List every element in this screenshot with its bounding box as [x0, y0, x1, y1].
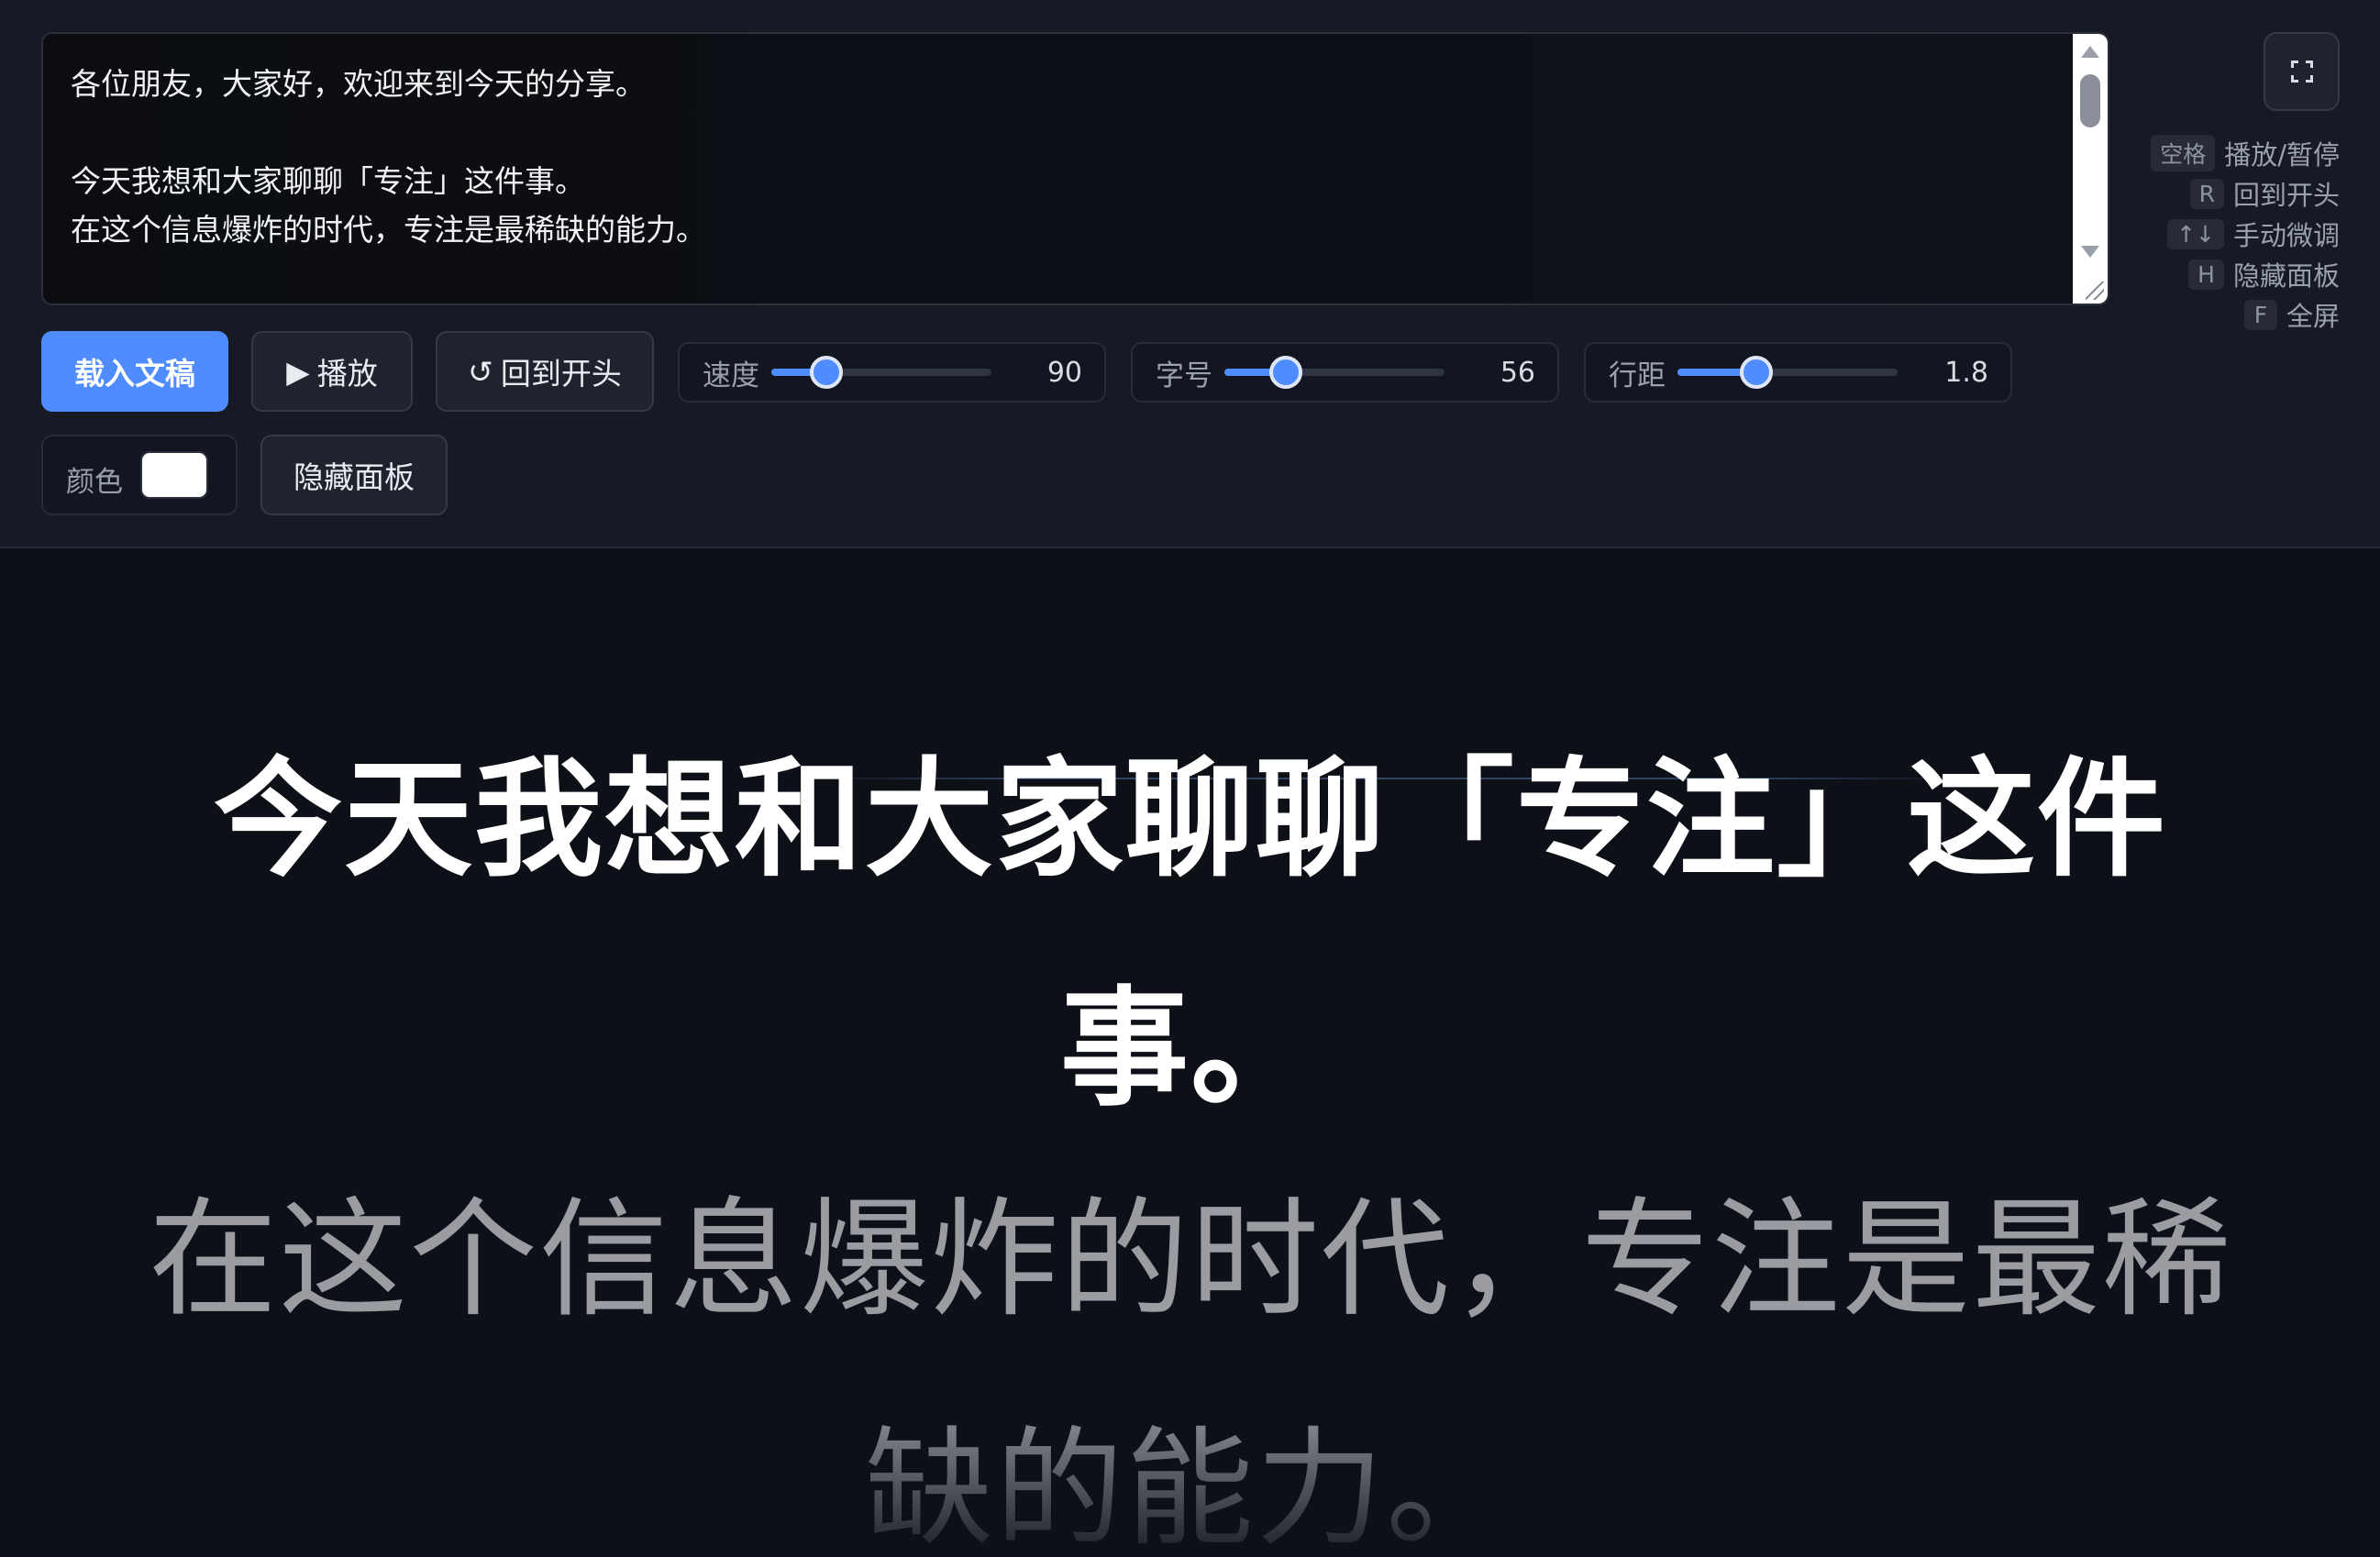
font-size-slider[interactable]	[1224, 356, 1445, 389]
font-size-slider-knob[interactable]	[1269, 356, 1303, 389]
shortcut-action: 全屏	[2286, 301, 2340, 332]
shortcut-item: 空格 播放/暂停	[2151, 133, 2340, 173]
shortcut-item: F 全屏	[2243, 294, 2340, 335]
shortcut-action: 手动微调	[2232, 220, 2340, 251]
shortcut-list: 空格 播放/暂停 R 回到开头 ↑↓ 手动微调 H 隐藏面板 F 全屏	[2151, 133, 2340, 335]
load-script-label: 载入文稿	[74, 356, 195, 392]
prompter-stage[interactable]: 今天我想和大家聊聊「专注」这件事。 在这个信息爆炸的时代，专注是最稀缺的能力。	[0, 550, 2380, 1557]
font-size-slider-group: 字号 56	[1131, 342, 1559, 403]
speed-value: 90	[1046, 356, 1082, 389]
resize-grip-icon[interactable]	[2086, 282, 2104, 300]
speed-slider[interactable]	[771, 356, 991, 389]
load-script-button[interactable]: 载入文稿	[41, 331, 228, 412]
scroll-down-arrow-icon[interactable]	[2081, 246, 2099, 258]
fullscreen-button[interactable]	[2264, 32, 2340, 111]
play-button[interactable]: ▶ 播放	[251, 331, 413, 412]
reset-label: 回到开头	[500, 356, 622, 392]
line-height-slider[interactable]	[1677, 356, 1898, 389]
hide-panel-button[interactable]: 隐藏面板	[260, 435, 448, 515]
scroll-thumb[interactable]	[2080, 74, 2100, 127]
reset-button[interactable]: ↺ 回到开头	[436, 331, 654, 412]
scroll-up-arrow-icon[interactable]	[2081, 46, 2099, 58]
bottom-fade	[0, 1392, 2380, 1557]
shortcut-action: 隐藏面板	[2232, 260, 2340, 292]
hide-panel-label: 隐藏面板	[293, 459, 415, 495]
prompter-active-line: 今天我想和大家聊聊「专注」这件事。	[213, 745, 2167, 1124]
font-size-label: 字号	[1156, 359, 1212, 392]
line-height-slider-group: 行距 1.8	[1584, 342, 2012, 403]
color-label: 颜色	[66, 466, 123, 499]
color-swatch[interactable]	[140, 451, 208, 499]
shortcut-key: ↑↓	[2167, 218, 2224, 249]
shortcut-action: 播放/暂停	[2224, 139, 2340, 171]
shortcut-key: F	[2243, 299, 2277, 330]
reset-icon: ↺	[468, 353, 493, 390]
shortcut-item: H 隐藏面板	[2188, 254, 2340, 294]
shortcut-item: ↑↓ 手动微调	[2167, 214, 2340, 254]
play-icon: ▶	[286, 353, 310, 390]
play-label: 播放	[316, 356, 378, 392]
script-text[interactable]: 各位朋友，大家好，欢迎来到今天的分享。 今天我想和大家聊聊「专注」这件事。 在这…	[71, 60, 2053, 254]
shortcut-item: R 回到开头	[2189, 173, 2340, 214]
shortcut-key: 空格	[2151, 135, 2216, 171]
speed-label: 速度	[703, 359, 759, 392]
speed-slider-group: 速度 90	[678, 342, 1106, 403]
script-textarea[interactable]: 各位朋友，大家好，欢迎来到今天的分享。 今天我想和大家聊聊「专注」这件事。 在这…	[41, 32, 2109, 305]
shortcut-action: 回到开头	[2232, 180, 2340, 211]
color-picker-group: 颜色	[41, 435, 238, 515]
line-height-slider-knob[interactable]	[1740, 356, 1774, 389]
line-height-value: 1.8	[1944, 356, 1988, 389]
font-size-value: 56	[1500, 356, 1535, 389]
fullscreen-icon	[2290, 61, 2313, 83]
shortcut-key: R	[2189, 178, 2224, 209]
line-height-label: 行距	[1609, 359, 1666, 392]
textarea-scrollbar[interactable]	[2073, 34, 2108, 304]
speed-slider-knob[interactable]	[810, 356, 843, 389]
shortcut-key: H	[2188, 259, 2224, 290]
control-panel: 各位朋友，大家好，欢迎来到今天的分享。 今天我想和大家聊聊「专注」这件事。 在这…	[0, 0, 2380, 548]
